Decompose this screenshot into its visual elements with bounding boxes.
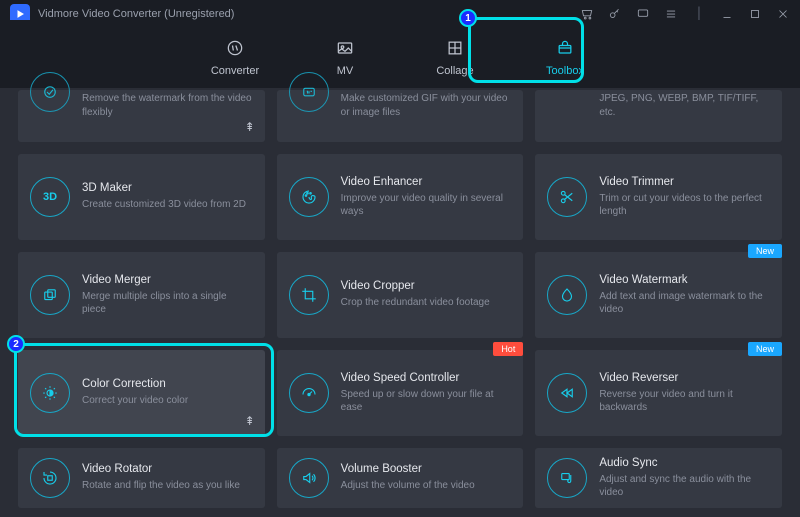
scissors-icon (547, 177, 587, 217)
card-title: Video Trimmer (599, 176, 770, 188)
card-title: 3D Maker (82, 182, 253, 194)
gauge-icon (289, 373, 329, 413)
tab-toolbox[interactable]: Toolbox (525, 31, 605, 77)
card-desc: Speed up or slow down your file at ease (341, 388, 512, 415)
card-desc: Create customized 3D video from 2D (82, 198, 253, 212)
maximize-icon[interactable] (748, 7, 762, 21)
card-image-converter[interactable]: JPEG, PNG, WEBP, BMP, TIF/TIFF, etc. (535, 90, 782, 142)
feedback-icon[interactable] (636, 7, 650, 21)
card-3d-maker[interactable]: 3D 3D Maker Create customized 3D video fr… (18, 154, 265, 240)
mv-icon (305, 37, 385, 59)
tab-label: Toolbox (546, 65, 584, 77)
tab-converter[interactable]: Converter (195, 31, 275, 77)
brightness-icon (30, 373, 70, 413)
card-volume-booster[interactable]: Volume Booster Adjust the volume of the v… (277, 448, 524, 508)
new-tag: New (748, 342, 782, 356)
collage-icon (415, 37, 495, 59)
card-desc: Adjust and sync the audio with the video (599, 473, 770, 500)
divider: | (692, 7, 706, 21)
card-title: Video Speed Controller (341, 372, 512, 384)
card-title: Video Merger (82, 274, 253, 286)
card-audio-sync[interactable]: Audio Sync Adjust and sync the audio with… (535, 448, 782, 508)
card-desc: JPEG, PNG, WEBP, BMP, TIF/TIFF, etc. (599, 92, 770, 119)
card-title: Color Correction (82, 378, 253, 390)
card-desc: Crop the redundant video footage (341, 296, 512, 310)
card-video-speed-controller[interactable]: Hot Video Speed ControllerSpeed up or sl… (277, 350, 524, 436)
card-video-cropper[interactable]: Video Cropper Crop the redundant video fo… (277, 252, 524, 338)
card-desc: Add text and image watermark to the vide… (599, 290, 770, 317)
card-desc: Rotate and flip the video as you like (82, 479, 253, 493)
card-video-reverser[interactable]: New Video ReverserReverse your video and… (535, 350, 782, 436)
annotation-badge-2: 2 (7, 335, 25, 353)
crop-icon (289, 275, 329, 315)
card-desc: Reverse your video and turn it backwards (599, 388, 770, 415)
card-title: Video Cropper (341, 280, 512, 292)
pin-icon[interactable]: ⇞ (245, 120, 255, 134)
toolbox-icon (525, 37, 605, 59)
card-watermark-remover[interactable]: Remove the watermark from the video flex… (18, 90, 265, 142)
card-desc: Remove the watermark from the video flex… (82, 92, 253, 119)
menu-icon[interactable] (664, 7, 678, 21)
tools-grid: Remove the watermark from the video flex… (0, 90, 800, 508)
tab-label: Collage (436, 65, 473, 77)
card-color-correction[interactable]: Color Correction Correct your video color… (18, 350, 265, 436)
card-desc: Make customized GIF with your video or i… (341, 92, 512, 119)
cart-icon[interactable] (580, 7, 594, 21)
card-desc: Merge multiple clips into a single piece (82, 290, 253, 317)
converter-icon (195, 37, 275, 59)
tab-label: MV (337, 65, 354, 77)
card-desc: Improve your video quality in several wa… (341, 192, 512, 219)
palette-icon (289, 177, 329, 217)
key-icon[interactable] (608, 7, 622, 21)
main-nav: Converter MV Collage Toolbox (0, 20, 800, 88)
minimize-icon[interactable] (720, 7, 734, 21)
card-title: Video Watermark (599, 274, 770, 286)
droplet-icon (547, 275, 587, 315)
merge-icon (30, 275, 70, 315)
card-video-merger[interactable]: Video Merger Merge multiple clips into a … (18, 252, 265, 338)
window-controls: | (580, 7, 790, 21)
3d-icon: 3D (30, 177, 70, 217)
watermark-remover-icon (30, 72, 70, 112)
card-desc: Trim or cut your videos to the perfect l… (599, 192, 770, 219)
annotation-badge-1: 1 (459, 9, 477, 27)
tab-collage[interactable]: Collage (415, 31, 495, 77)
close-icon[interactable] (776, 7, 790, 21)
rotate-icon (30, 458, 70, 498)
card-title: Volume Booster (341, 463, 512, 475)
window-title: Vidmore Video Converter (Unregistered) (38, 8, 580, 20)
titlebar: Vidmore Video Converter (Unregistered) | (0, 0, 800, 20)
card-video-trimmer[interactable]: Video Trimmer Trim or cut your videos to … (535, 154, 782, 240)
card-video-rotator[interactable]: Video Rotator Rotate and flip the video a… (18, 448, 265, 508)
card-video-watermark[interactable]: New Video WatermarkAdd text and image wa… (535, 252, 782, 338)
card-title: Video Rotator (82, 463, 253, 475)
hot-tag: Hot (493, 342, 523, 356)
card-desc: Adjust the volume of the video (341, 479, 512, 493)
card-title: Audio Sync (599, 457, 770, 469)
volume-icon (289, 458, 329, 498)
card-title: Video Enhancer (341, 176, 512, 188)
tab-label: Converter (211, 65, 259, 77)
gif-maker-icon (289, 72, 329, 112)
card-title: Video Reverser (599, 372, 770, 384)
pin-icon[interactable]: ⇞ (245, 414, 255, 428)
tab-mv[interactable]: MV (305, 31, 385, 77)
audio-sync-icon (547, 458, 587, 498)
card-desc: Correct your video color (82, 394, 253, 408)
card-gif-maker[interactable]: Make customized GIF with your video or i… (277, 90, 524, 142)
card-video-enhancer[interactable]: Video Enhancer Improve your video quality… (277, 154, 524, 240)
rewind-icon (547, 373, 587, 413)
new-tag: New (748, 244, 782, 258)
